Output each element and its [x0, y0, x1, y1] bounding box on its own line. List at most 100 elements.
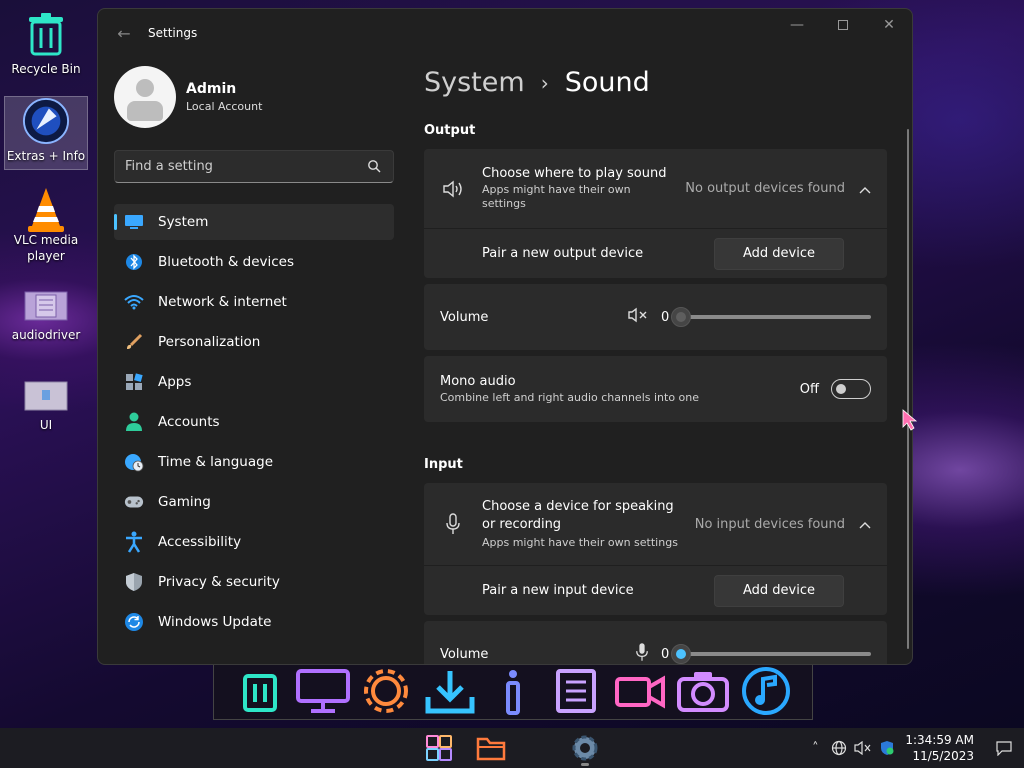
search-input[interactable] [125, 159, 367, 174]
search-box[interactable] [114, 150, 394, 183]
add-input-device-button[interactable]: Add device [714, 574, 844, 607]
choose-output-row[interactable]: Choose where to play sound Apps might ha… [424, 149, 887, 228]
system-tray: ˄ 1:34:59 AM 11/5/2023 [803, 728, 1024, 768]
chevron-up-icon[interactable]: ˄ [803, 728, 827, 768]
desktop-icon-label: UI [39, 418, 53, 432]
microphone-icon[interactable] [635, 642, 649, 664]
search-icon[interactable] [367, 159, 383, 175]
start-icon[interactable] [418, 729, 460, 767]
output-volume-thumb[interactable] [671, 307, 691, 327]
pair-output-row: Pair a new output device Add device [424, 228, 887, 278]
taskbar: ˄ 1:34:59 AM 11/5/2023 [0, 728, 1024, 768]
speaker-muted-icon[interactable] [627, 307, 649, 327]
camera-icon[interactable] [674, 666, 732, 716]
pair-output-label: Pair a new output device [482, 246, 644, 261]
settings-window: ← Settings — ✕ Admin Local Account Syste… [97, 8, 913, 665]
nav-item-gaming[interactable]: Gaming [114, 484, 394, 520]
mono-audio-title: Mono audio [440, 373, 516, 389]
maximize-icon[interactable] [820, 9, 866, 41]
choose-input-subtitle: Apps might have their own settings [482, 536, 678, 549]
output-volume-card: Volume 0 [424, 284, 887, 350]
file-explorer-icon[interactable] [470, 729, 512, 767]
clock[interactable]: 1:34:59 AM 11/5/2023 [899, 732, 984, 764]
globe-clock-icon [124, 452, 144, 472]
volume-muted-icon[interactable] [851, 728, 875, 768]
nav-item-system[interactable]: System [114, 204, 394, 240]
input-device-card: Choose a device for speaking or recordin… [424, 483, 887, 615]
nav-item-label: Accessibility [158, 534, 242, 550]
window-controls: — ✕ [774, 9, 912, 41]
nav-item-apps[interactable]: Apps [114, 364, 394, 400]
video-camera-icon[interactable] [611, 666, 669, 716]
profile-name: Admin [186, 81, 237, 97]
desktop-icon-label: VLC media player [13, 233, 79, 263]
nav-item-windows-update[interactable]: Windows Update [114, 604, 394, 640]
input-status: No input devices found [694, 516, 845, 532]
nav-item-accessibility[interactable]: Accessibility [114, 524, 394, 560]
accessibility-icon [124, 531, 144, 553]
choose-input-row[interactable]: Choose a device for speaking or recordin… [424, 483, 887, 565]
security-shield-icon[interactable] [875, 728, 899, 768]
nav-item-label: Personalization [158, 334, 261, 350]
output-status: No output devices found [685, 181, 845, 196]
add-output-device-button[interactable]: Add device [714, 237, 844, 270]
desktop-icon-recycle-bin[interactable]: Recycle Bin [4, 10, 88, 76]
brush-icon [124, 332, 144, 352]
back-arrow-icon[interactable]: ← [104, 17, 144, 49]
desktop-icon-ui[interactable]: UI [4, 378, 88, 432]
scrollbar[interactable] [907, 129, 909, 649]
mono-audio-state: Off [799, 381, 819, 397]
music-note-icon[interactable] [737, 666, 795, 716]
download-icon[interactable] [421, 666, 479, 716]
monitor-icon[interactable] [294, 666, 352, 716]
mono-audio-toggle[interactable] [831, 379, 871, 399]
input-volume-thumb[interactable] [671, 644, 691, 664]
nav-item-time-language[interactable]: Time & language [114, 444, 394, 480]
nav-item-label: Windows Update [158, 614, 272, 630]
pair-input-label: Pair a new input device [482, 583, 634, 598]
close-icon[interactable]: ✕ [866, 9, 912, 41]
user-profile[interactable]: Admin Local Account [114, 66, 262, 128]
person-icon [124, 412, 144, 432]
document-list-icon[interactable] [547, 666, 605, 716]
mouse-cursor-icon [902, 409, 918, 435]
page-title: Sound [564, 67, 650, 98]
nav-item-accounts[interactable]: Accounts [114, 404, 394, 440]
globe-network-icon[interactable] [827, 728, 851, 768]
wifi-icon [124, 292, 144, 312]
trash-icon[interactable] [231, 666, 289, 716]
nav-item-label: Network & internet [158, 294, 287, 310]
refresh-icon [124, 612, 144, 632]
bluetooth-icon [124, 252, 144, 272]
nav-item-personalization[interactable]: Personalization [114, 324, 394, 360]
nav-item-label: Gaming [158, 494, 211, 510]
chevron-up-icon[interactable] [859, 518, 871, 530]
nav-item-label: System [158, 214, 209, 230]
chevron-up-icon[interactable] [859, 183, 871, 195]
desktop-icon-extras-info[interactable]: Extras + Info [4, 96, 88, 170]
settings-gear-icon[interactable] [564, 729, 606, 767]
profile-account-type: Local Account [186, 100, 263, 113]
output-volume-slider[interactable] [671, 307, 871, 327]
nav-item-label: Apps [158, 374, 192, 390]
minimize-icon[interactable]: — [774, 9, 820, 41]
output-volume-value: 0 [661, 309, 670, 325]
clock-time: 1:34:59 AM [905, 733, 974, 747]
desktop-icon-audiodriver[interactable]: audiodriver [4, 288, 88, 342]
nav-item-label: Time & language [158, 454, 274, 470]
window-title: Settings [148, 26, 198, 40]
gear-icon[interactable] [357, 666, 415, 716]
microphone-icon [442, 513, 464, 535]
chevron-right-icon: › [540, 70, 549, 95]
info-icon[interactable] [484, 666, 542, 716]
title-bar: ← Settings — ✕ [98, 9, 912, 57]
nav-item-network[interactable]: Network & internet [114, 284, 394, 320]
breadcrumb-parent[interactable]: System [424, 67, 525, 98]
clock-date: 11/5/2023 [912, 749, 974, 763]
notification-icon[interactable] [984, 728, 1024, 768]
desktop-icon-vlc[interactable]: VLC media player [4, 186, 88, 264]
nav-item-bluetooth[interactable]: Bluetooth & devices [114, 244, 394, 280]
shield-icon [124, 572, 144, 592]
nav-item-privacy-security[interactable]: Privacy & security [114, 564, 394, 600]
input-volume-slider[interactable] [671, 644, 871, 664]
